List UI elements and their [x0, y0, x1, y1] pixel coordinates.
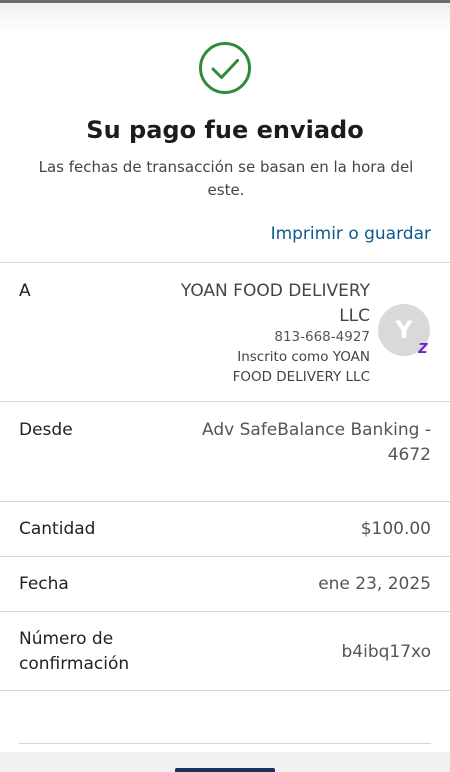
- zelle-icon: Z: [418, 341, 428, 357]
- amount-value: $100.00: [360, 519, 431, 539]
- divider: [0, 556, 450, 557]
- recipient-phone: 813-668-4927: [274, 329, 370, 345]
- date-value: ene 23, 2025: [318, 574, 431, 594]
- check-circle-icon: [199, 42, 251, 94]
- recipient-name: YOAN FOOD DELIVERY LLC: [180, 281, 370, 326]
- avatar-initial: Y: [395, 316, 413, 344]
- bottom-area: [0, 691, 450, 751]
- confirmation-number: b4ibq17xo: [341, 642, 431, 662]
- from-label: Desde: [19, 420, 73, 440]
- divider: [0, 262, 450, 263]
- divider: [0, 401, 450, 402]
- date-label: Fecha: [19, 574, 69, 594]
- divider: [0, 611, 450, 612]
- timezone-note: Las fechas de transacción se basan en la…: [38, 158, 414, 199]
- page-title: Su pago fue enviado: [86, 116, 364, 144]
- amount-label: Cantidad: [19, 519, 96, 539]
- recipient-enrolled-as: Inscrito como YOAN FOOD DELIVERY LLC: [232, 349, 370, 385]
- recipient-label: A: [19, 281, 31, 301]
- divider: [19, 743, 431, 744]
- print-or-save-link[interactable]: Imprimir o guardar: [271, 224, 431, 244]
- top-shade: [0, 3, 450, 33]
- done-button[interactable]: [175, 768, 275, 772]
- from-account: Adv SafeBalance Banking - 4672: [202, 420, 431, 465]
- confirmation-label: Número de confirmación: [19, 629, 130, 674]
- divider: [0, 501, 450, 502]
